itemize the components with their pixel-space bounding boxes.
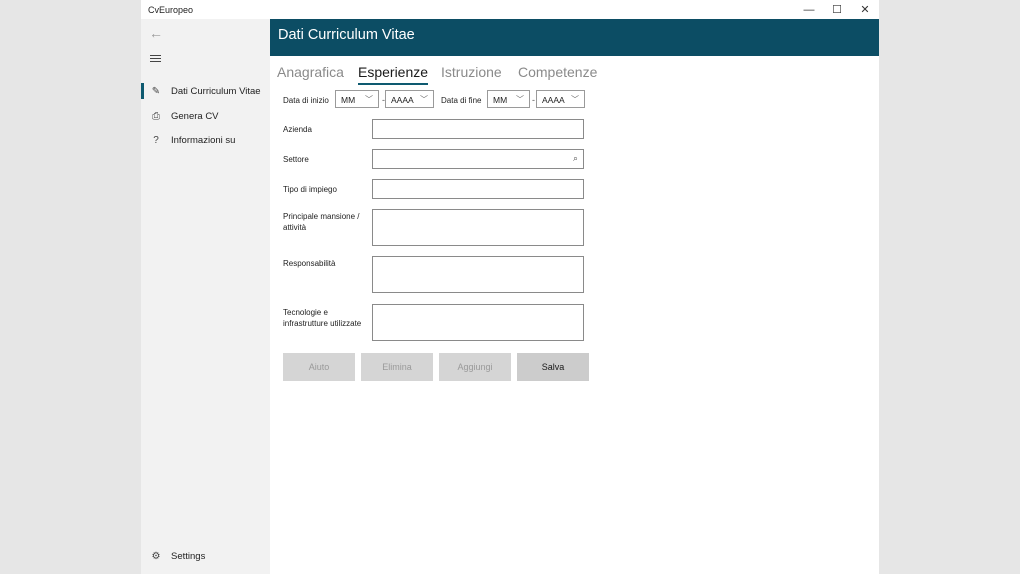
- app-title: CvEuropeo: [148, 5, 194, 15]
- end-month-select[interactable]: MM ﹀: [487, 90, 530, 108]
- maximize-button[interactable]: ☐: [823, 0, 851, 19]
- mansione-label: Principale mansione / attività: [283, 212, 360, 232]
- elimina-button[interactable]: Elimina: [361, 353, 433, 381]
- tab-anagrafica[interactable]: Anagrafica: [277, 64, 344, 80]
- settore-label: Settore: [283, 155, 309, 164]
- title-bar: CvEuropeo — ☐ ✕: [141, 0, 879, 19]
- sidebar-item-label: Genera CV: [171, 110, 219, 122]
- date-separator: -: [532, 95, 535, 105]
- sidebar-item-dati-cv[interactable]: ✎ Dati Curriculum Vitae: [141, 80, 270, 102]
- start-date-label: Data di inizio: [283, 96, 329, 105]
- responsabilita-label: Responsabilità: [283, 259, 336, 268]
- chevron-down-icon: ﹀: [365, 95, 373, 104]
- tecnologie-label: Tecnologie e infrastrutture utilizzate: [283, 308, 362, 328]
- azienda-input[interactable]: [372, 119, 584, 139]
- sidebar-item-label: Dati Curriculum Vitae: [171, 85, 261, 97]
- chevron-down-icon: ﹀: [420, 95, 428, 104]
- chevron-down-icon: ﹀: [571, 95, 579, 104]
- help-icon: ?: [153, 134, 159, 146]
- start-year-select[interactable]: AAAA ﹀: [385, 90, 434, 108]
- aiuto-button[interactable]: Aiuto: [283, 353, 355, 381]
- end-year-select[interactable]: AAAA ﹀: [536, 90, 585, 108]
- sidebar-item-genera-cv[interactable]: ⎙ Genera CV: [141, 105, 270, 127]
- page-header: Dati Curriculum Vitae: [270, 19, 879, 56]
- salva-button[interactable]: Salva: [517, 353, 589, 381]
- end-date-label: Data di fine: [441, 96, 482, 105]
- chevron-down-icon: ﹀: [516, 95, 524, 104]
- pencil-icon: ✎: [151, 85, 161, 97]
- sidebar-item-informazioni[interactable]: ? Informazioni su: [141, 129, 270, 151]
- tipo-impiego-input[interactable]: [372, 179, 584, 199]
- responsabilita-textarea[interactable]: [372, 256, 584, 293]
- page-title: Dati Curriculum Vitae: [278, 27, 415, 43]
- azienda-label: Azienda: [283, 125, 312, 134]
- start-month-select[interactable]: MM ﹀: [335, 90, 379, 108]
- sidebar-item-label: Informazioni su: [171, 134, 236, 146]
- sidebar-item-label: Settings: [171, 550, 206, 562]
- minimize-button[interactable]: —: [795, 0, 823, 19]
- app-window: CvEuropeo — ☐ ✕ ← ✎ Dati Curriculum Vita…: [141, 0, 879, 574]
- tipo-impiego-label: Tipo di impiego: [283, 185, 337, 194]
- printer-icon: ⎙: [152, 110, 160, 122]
- close-button[interactable]: ✕: [851, 0, 879, 19]
- search-icon: ⌕: [572, 153, 578, 163]
- mansione-textarea[interactable]: [372, 209, 584, 246]
- settore-search-input[interactable]: ⌕: [372, 149, 584, 169]
- back-arrow-icon[interactable]: ←: [149, 25, 163, 41]
- sidebar: ← ✎ Dati Curriculum Vitae ⎙ Genera CV ? …: [141, 19, 270, 574]
- tecnologie-textarea[interactable]: [372, 304, 584, 341]
- sidebar-item-settings[interactable]: ⚙ Settings: [141, 545, 270, 567]
- tab-esperienze[interactable]: Esperienze: [358, 64, 429, 85]
- aggiungi-button[interactable]: Aggiungi: [439, 353, 511, 381]
- gear-icon: ⚙: [151, 550, 161, 562]
- hamburger-menu-icon[interactable]: [150, 55, 161, 63]
- tab-istruzione[interactable]: Istruzione: [441, 64, 502, 80]
- tab-competenze[interactable]: Competenze: [518, 64, 597, 80]
